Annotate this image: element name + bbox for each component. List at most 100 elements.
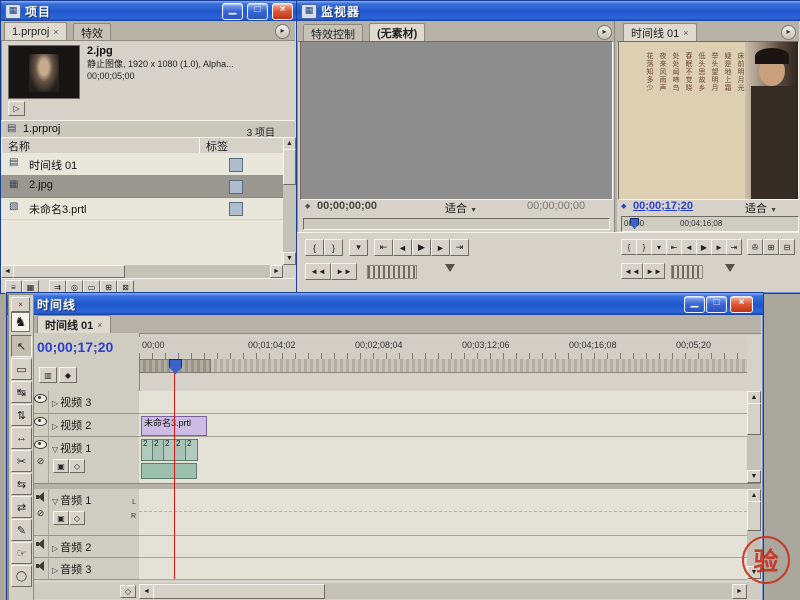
show-keyframes-button[interactable]: ◇ — [69, 459, 85, 473]
monitor-titlebar[interactable]: ▦ 监视器 — [297, 1, 800, 21]
set-in-button[interactable]: { — [305, 239, 324, 256]
zoom-tool[interactable]: ◯ — [11, 565, 32, 587]
maximize-button[interactable]: □ — [706, 296, 727, 313]
jog-control[interactable] — [671, 265, 703, 279]
tab-close-icon[interactable]: × — [97, 320, 102, 330]
export-frame-button[interactable]: ✇ — [747, 239, 763, 255]
clip-keyframe-lane[interactable] — [141, 463, 197, 479]
display-style-button[interactable]: ▣ — [53, 511, 69, 525]
track-content-video2[interactable]: 未命名3.prtl — [139, 414, 747, 437]
step-back-button[interactable]: ◄ — [393, 239, 412, 256]
track-content-video1[interactable]: 2 2 2 2 2 — [139, 437, 747, 484]
rate-stretch-tool[interactable]: ↔ — [11, 427, 32, 449]
source-panel-menu-button[interactable]: ▸ — [597, 25, 612, 40]
tab-close-icon[interactable]: × — [683, 28, 688, 38]
ripple-edit-tool[interactable]: ↹ — [11, 381, 32, 403]
play-button[interactable]: ▶ — [696, 239, 712, 255]
toggle-track-output-icon[interactable] — [34, 440, 47, 449]
selection-tool[interactable]: ↖ — [11, 335, 32, 357]
pen-tool[interactable]: ✎ — [11, 519, 32, 541]
clip-still[interactable]: 2 — [185, 439, 198, 461]
source-zoom-select[interactable]: 适合 ▼ — [445, 200, 477, 216]
play-in-out-button[interactable]: ◄◄ — [305, 263, 331, 280]
minimize-button[interactable]: ▁ — [684, 296, 705, 313]
toggle-track-output-icon[interactable] — [35, 561, 46, 571]
go-to-in-button[interactable]: ⇤ — [666, 239, 682, 255]
list-item-sequence[interactable]: ▤ 时间线 01 — [1, 153, 283, 176]
tab-project-file[interactable]: 1.prproj × — [4, 22, 67, 40]
tab-close-icon[interactable]: × — [53, 27, 58, 37]
video-vscrollbar[interactable]: ▲ ▼ — [747, 391, 761, 483]
scroll-thumb[interactable] — [153, 584, 325, 599]
loop-button[interactable]: ►► — [331, 263, 357, 280]
slide-tool[interactable]: ⇄ — [11, 496, 32, 518]
program-current-timecode[interactable]: 00;00;17;20 — [633, 200, 693, 212]
step-forward-button[interactable]: ► — [431, 239, 450, 256]
step-forward-button[interactable]: ► — [711, 239, 727, 255]
track-select-tool[interactable]: ▭ — [11, 358, 32, 380]
panel-menu-button[interactable]: ▸ — [275, 24, 290, 39]
razor-tool[interactable]: ✂ — [11, 450, 32, 472]
project-titlebar[interactable]: ▦ 项目 ▁ □ × — [1, 1, 297, 21]
close-button[interactable]: × — [730, 296, 753, 313]
collapse-icon[interactable]: ▽ — [52, 497, 58, 506]
scroll-thumb[interactable] — [13, 265, 125, 278]
preview-play-button[interactable]: ▷ — [8, 101, 25, 116]
set-out-button[interactable]: } — [324, 239, 343, 256]
set-marker-button[interactable]: ▾ — [349, 239, 368, 256]
go-to-in-button[interactable]: ⇤ — [374, 239, 393, 256]
lift-button[interactable]: ⊞ — [763, 239, 779, 255]
toggle-track-output-icon[interactable] — [34, 394, 47, 403]
set-marker-button[interactable]: ◆ — [59, 367, 77, 383]
track-content-video3[interactable] — [139, 391, 747, 414]
tab-effect-controls[interactable]: 特效控制 — [303, 24, 363, 41]
time-ruler[interactable]: 00;00 00;01;04;02 00;02;08;04 00;03;12;0… — [139, 337, 747, 360]
toggle-track-output-icon[interactable] — [34, 417, 47, 426]
toggle-sync-lock-icon[interactable]: ⊘ — [37, 456, 45, 467]
set-out-button[interactable]: } — [636, 239, 652, 255]
zoom-control-button[interactable]: ◇ — [120, 585, 136, 598]
work-area-bar[interactable] — [139, 359, 747, 373]
show-keyframes-button[interactable]: ◇ — [69, 511, 85, 525]
jog-control[interactable] — [367, 265, 417, 279]
toggle-track-output-icon[interactable] — [35, 539, 46, 549]
track-content-audio1[interactable] — [139, 489, 747, 536]
source-current-timecode[interactable]: 00;00;00;00 — [317, 200, 377, 212]
scroll-thumb[interactable] — [747, 501, 761, 531]
track-content-audio3[interactable] — [139, 558, 747, 580]
program-mini-timeline[interactable]: 00;00 00;04;16;08 — [621, 216, 799, 232]
scroll-left-icon[interactable]: ◄ — [139, 584, 154, 599]
scroll-thumb[interactable] — [283, 149, 296, 185]
expand-icon[interactable]: ▷ — [52, 544, 58, 553]
expand-icon[interactable]: ▷ — [52, 566, 58, 575]
maximize-button[interactable]: □ — [247, 2, 268, 20]
display-style-button[interactable]: ▣ — [53, 459, 69, 473]
minimize-button[interactable]: ▁ — [222, 2, 243, 20]
program-zoom-select[interactable]: 适合 ▼ — [745, 200, 777, 216]
toggle-track-output-icon[interactable] — [35, 492, 46, 502]
timeline-titlebar[interactable]: 时间线 ▁ □ × — [7, 293, 763, 315]
collapse-icon[interactable]: ▽ — [52, 445, 58, 454]
project-vscrollbar[interactable]: ▲ ▼ — [283, 137, 296, 265]
list-item-title[interactable]: ▧ 未命名3.prtl — [1, 197, 283, 220]
source-scrub-bar[interactable] — [303, 218, 610, 230]
palette-close-button[interactable]: × — [11, 297, 30, 312]
loop-button[interactable]: ►► — [643, 263, 665, 279]
play-button[interactable]: ▶ — [412, 239, 431, 256]
scroll-down-icon[interactable]: ▼ — [747, 470, 761, 483]
timeline-current-timecode[interactable]: 00;00;17;20 — [37, 339, 113, 355]
toggle-sync-lock-icon[interactable]: ⊘ — [37, 508, 45, 519]
tab-program-sequence[interactable]: 时间线 01 × — [623, 23, 697, 41]
label-swatch[interactable] — [229, 202, 243, 216]
program-panel-menu-button[interactable]: ▸ — [781, 25, 796, 40]
play-in-out-button[interactable]: ◄◄ — [621, 263, 643, 279]
scroll-down-icon[interactable]: ▼ — [283, 252, 296, 265]
scroll-right-icon[interactable]: ► — [270, 265, 283, 278]
snap-button[interactable]: ▥ — [39, 367, 57, 383]
close-button[interactable]: × — [272, 2, 293, 20]
project-hscrollbar[interactable]: ◄ ► — [1, 265, 283, 278]
tab-sequence[interactable]: 时间线 01 × — [37, 315, 111, 333]
timeline-hscrollbar[interactable]: ◄ ► — [139, 583, 747, 599]
expand-icon[interactable]: ▷ — [52, 422, 58, 431]
rolling-edit-tool[interactable]: ⇅ — [11, 404, 32, 426]
